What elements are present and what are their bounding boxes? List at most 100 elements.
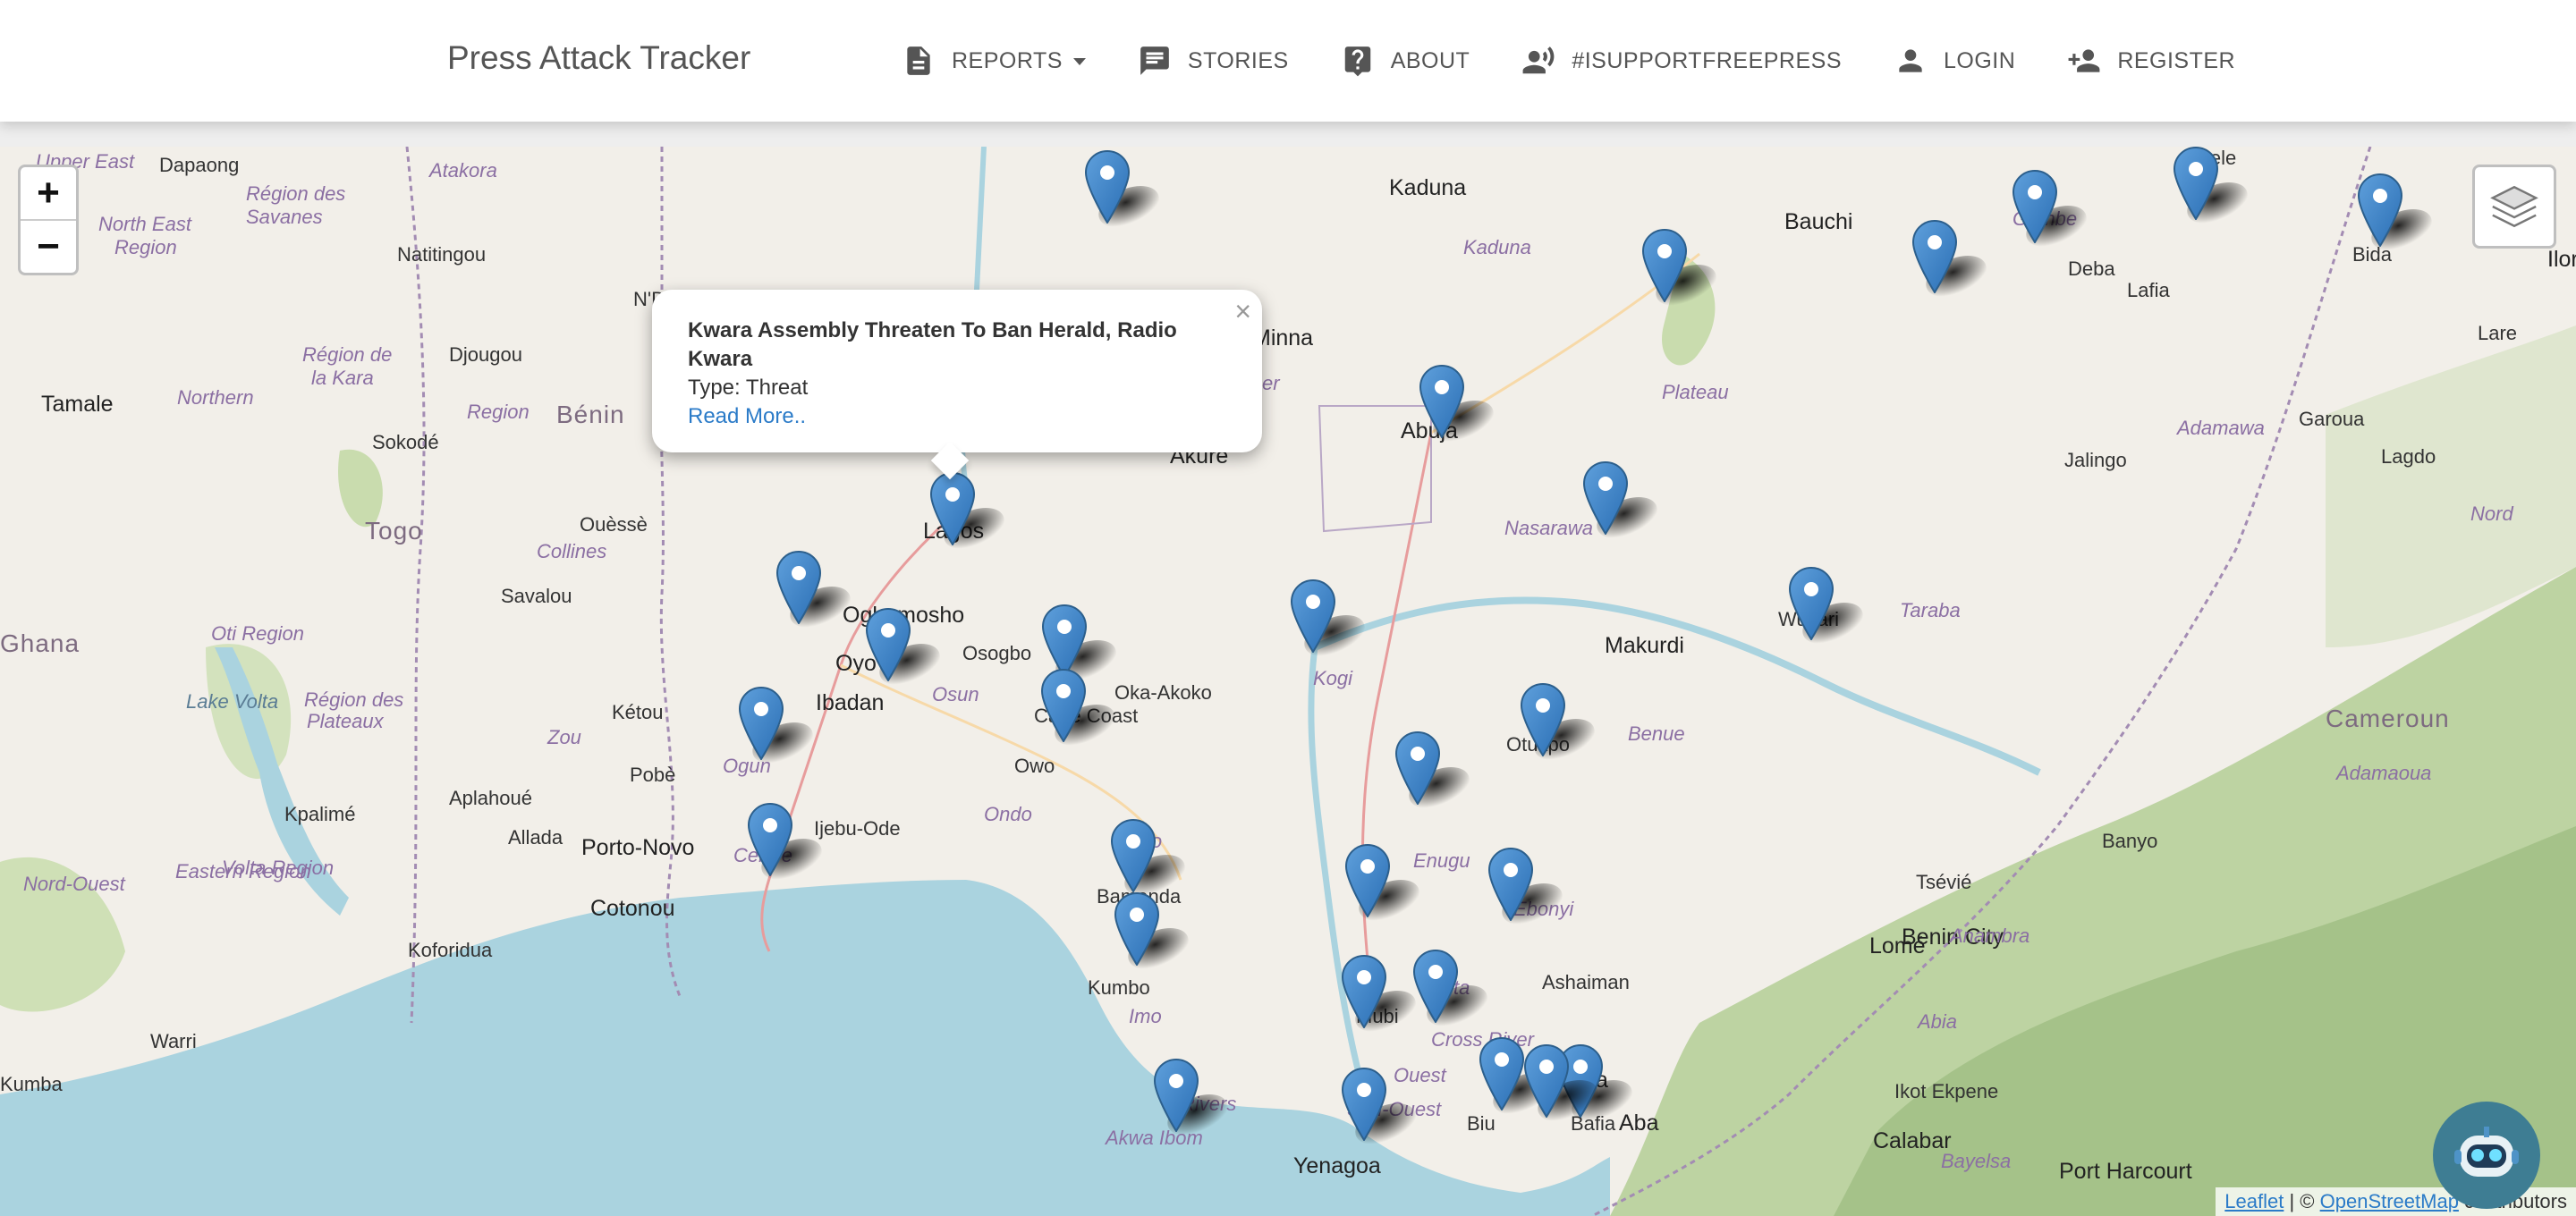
map-marker[interactable]: [1479, 1037, 1563, 1114]
leaflet-link[interactable]: Leaflet: [2224, 1190, 2284, 1212]
map-marker[interactable]: [2174, 147, 2258, 224]
person-icon: [1899, 49, 1922, 72]
map-place-label: Zou: [547, 726, 581, 748]
map-marker[interactable]: [1154, 1059, 1238, 1136]
map-place-label: Abia: [1918, 1010, 1958, 1033]
map-marker[interactable]: [1419, 365, 1504, 442]
map-place-label: Allada: [508, 826, 564, 849]
map-pin-icon: [1042, 604, 1087, 678]
map-marker[interactable]: [1912, 220, 1996, 297]
map-marker[interactable]: [1345, 844, 1429, 921]
map-place-label: la Kara: [311, 367, 374, 389]
map-pin-icon: [1488, 848, 1533, 921]
map-place-label: Atakora: [429, 159, 497, 182]
map-place-label: Makurdi: [1605, 633, 1684, 658]
map-pin-icon: [1479, 1037, 1524, 1110]
nav-login[interactable]: LOGIN: [1894, 41, 2015, 80]
map-place-label: Lagdo: [2381, 445, 2436, 468]
layers-icon: [2490, 185, 2538, 228]
nav-isupportfreepress[interactable]: #ISUPPORTFREEPRESS: [1521, 41, 1842, 80]
map-marker[interactable]: [1042, 604, 1126, 681]
map-place-label: Osogbo: [962, 642, 1032, 664]
map-marker[interactable]: [1488, 848, 1572, 925]
map-marker[interactable]: [1642, 229, 1726, 306]
map-place-label: Osun: [932, 683, 979, 705]
map-marker[interactable]: [1342, 1068, 1426, 1144]
caret-down-icon: [1072, 58, 1086, 65]
map-pin-icon: [1642, 229, 1687, 302]
map-place-label: Adamawa: [2177, 417, 2265, 439]
osm-link[interactable]: OpenStreetMap: [2320, 1190, 2459, 1212]
map-place-label: Biu: [1467, 1112, 1496, 1135]
map-marker[interactable]: [1111, 819, 1195, 896]
popup-close-button[interactable]: ×: [1234, 295, 1251, 328]
nav-about[interactable]: ABOUT: [1341, 41, 1470, 80]
nav-stories[interactable]: STORIES: [1138, 41, 1289, 80]
map-marker[interactable]: [866, 608, 950, 685]
map-marker[interactable]: [1085, 150, 1169, 227]
map-place-label: Tsévié: [1916, 871, 1972, 893]
nav-register[interactable]: REGISTER: [2067, 41, 2235, 80]
map-place-label: Banyo: [2102, 830, 2158, 852]
map-marker[interactable]: [1114, 892, 1199, 969]
map-marker[interactable]: [776, 551, 860, 628]
map-place-label: Anambra: [1950, 925, 2030, 947]
map-place-label: Nord: [2470, 502, 2513, 525]
map-place-label: Yenagoa: [1293, 1153, 1381, 1178]
map-marker[interactable]: [1342, 955, 1426, 1032]
map-marker[interactable]: [930, 472, 1014, 549]
map-place-label: Calabar: [1873, 1128, 1952, 1153]
map-pin-icon: [1342, 1068, 1386, 1141]
map-place-label: Benue: [1628, 722, 1685, 745]
map-place-label: Plateaux: [307, 710, 384, 732]
map-place-label: Ilorin: [2547, 247, 2576, 272]
map-marker[interactable]: [748, 803, 832, 880]
map-place-label: Ikot Ekpene: [1894, 1080, 1999, 1102]
map-place-label: Collines: [537, 540, 607, 562]
map-place-label: Kétou: [612, 701, 664, 723]
map-place-label: Savalou: [501, 585, 572, 607]
map-place-label: Kumba: [0, 1073, 63, 1095]
map-marker[interactable]: [1413, 950, 1497, 1026]
map-place-label: Tamale: [41, 392, 114, 417]
map-place-label: Owo: [1014, 755, 1055, 777]
map-marker[interactable]: [1583, 461, 1667, 538]
map-pin-icon: [1291, 579, 1335, 653]
map-place-label: Sokodé: [372, 431, 439, 453]
popup-read-more-link[interactable]: Read More..: [688, 404, 806, 428]
brand-title[interactable]: Press Attack Tracker: [447, 39, 750, 77]
map-marker[interactable]: [2358, 173, 2442, 250]
map-marker[interactable]: [1789, 567, 1873, 644]
zoom-in-button[interactable]: +: [21, 167, 76, 219]
nav-reports[interactable]: REPORTS: [902, 41, 1086, 80]
map-place-label: Lafia: [2127, 279, 2170, 301]
map-pin-icon: [1114, 892, 1159, 966]
nav-about-label: ABOUT: [1390, 47, 1470, 73]
map-marker[interactable]: [1524, 1044, 1608, 1121]
map-marker[interactable]: [1041, 669, 1125, 746]
attribution-sep: | ©: [2284, 1190, 2320, 1212]
map-place-label: Ondo: [984, 803, 1032, 825]
map-place-label: Plateau: [1662, 381, 1729, 403]
map-place-label: Nord-Ouest: [23, 873, 125, 895]
map[interactable]: Upper EastDapaongAtakoraKadunaBauchiGomb…: [0, 147, 2576, 1216]
nav-isupportfreepress-label: #ISUPPORTFREEPRESS: [1572, 47, 1843, 73]
speaker-icon: [1522, 46, 1555, 74]
chatbot-button[interactable]: [2433, 1102, 2540, 1209]
map-marker[interactable]: [1291, 579, 1375, 656]
navbar: Press Attack Tracker REPORTS STORIES ABO…: [0, 0, 2576, 122]
map-pin-icon: [1395, 731, 1440, 805]
layers-button[interactable]: [2472, 165, 2556, 249]
map-place-label: Ghana: [0, 629, 80, 657]
map-pin-icon: [2012, 170, 2057, 243]
map-marker[interactable]: [1395, 731, 1479, 808]
map-marker[interactable]: [2012, 170, 2097, 247]
map-pin-icon: [1345, 844, 1390, 917]
map-place-label: Kaduna: [1389, 175, 1467, 200]
map-place-label: Cotonou: [590, 896, 675, 921]
map-marker[interactable]: [739, 687, 823, 764]
map-place-label: Lomé: [1869, 933, 1926, 958]
zoom-out-button[interactable]: −: [21, 219, 76, 273]
map-marker[interactable]: [1521, 683, 1605, 760]
help-icon: [1344, 46, 1370, 77]
